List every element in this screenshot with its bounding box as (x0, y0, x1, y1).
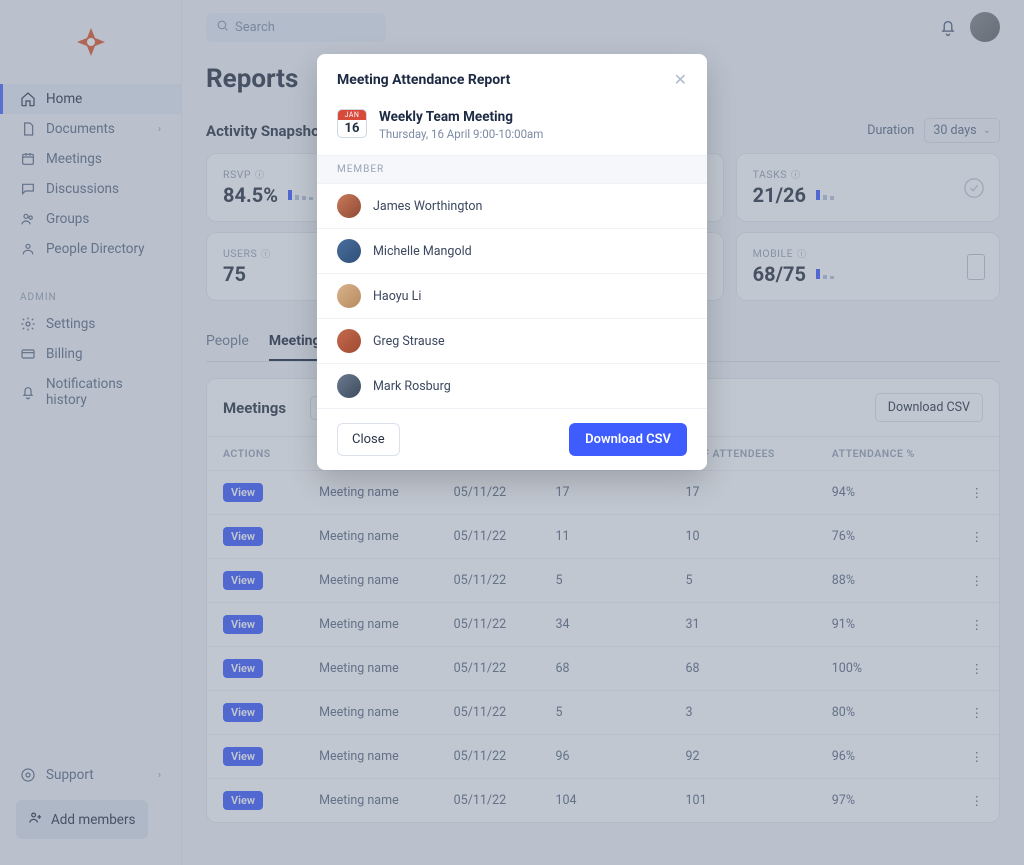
member-name: Haoyu Li (373, 289, 421, 304)
member-name: Michelle Mangold (373, 244, 472, 259)
member-row: James Worthington (317, 184, 707, 229)
attendance-modal: Meeting Attendance Report ✕ JAN 16 Weekl… (317, 54, 707, 470)
modal-footer: Close Download CSV (317, 408, 707, 470)
member-avatar (337, 239, 361, 263)
member-avatar (337, 194, 361, 218)
member-row: Greg Strause (317, 319, 707, 364)
calendar-month: JAN (338, 110, 366, 120)
member-row: Haoyu Li (317, 274, 707, 319)
meeting-title: Weekly Team Meeting (379, 109, 543, 125)
member-row: Michelle Mangold (317, 229, 707, 274)
member-name: Greg Strause (373, 334, 445, 349)
meeting-time: Thursday, 16 April 9:00-10:00am (379, 127, 543, 141)
member-column-header: MEMBER (317, 155, 707, 184)
close-icon[interactable]: ✕ (674, 70, 687, 89)
modal-title: Meeting Attendance Report (337, 72, 510, 88)
calendar-badge: JAN 16 (337, 109, 367, 138)
modal-close-button[interactable]: Close (337, 423, 400, 456)
members-list: James Worthington Michelle Mangold Haoyu L… (317, 184, 707, 408)
modal-header: Meeting Attendance Report ✕ (317, 54, 707, 105)
member-avatar (337, 329, 361, 353)
member-avatar (337, 284, 361, 308)
member-name: James Worthington (373, 199, 482, 214)
member-avatar (337, 374, 361, 398)
meeting-info: JAN 16 Weekly Team Meeting Thursday, 16 … (317, 105, 707, 155)
modal-download-button[interactable]: Download CSV (569, 423, 687, 456)
modal-overlay[interactable]: Meeting Attendance Report ✕ JAN 16 Weekl… (0, 0, 1024, 865)
member-row: Mark Rosburg (317, 364, 707, 408)
calendar-day: 16 (338, 120, 366, 137)
member-name: Mark Rosburg (373, 379, 451, 394)
